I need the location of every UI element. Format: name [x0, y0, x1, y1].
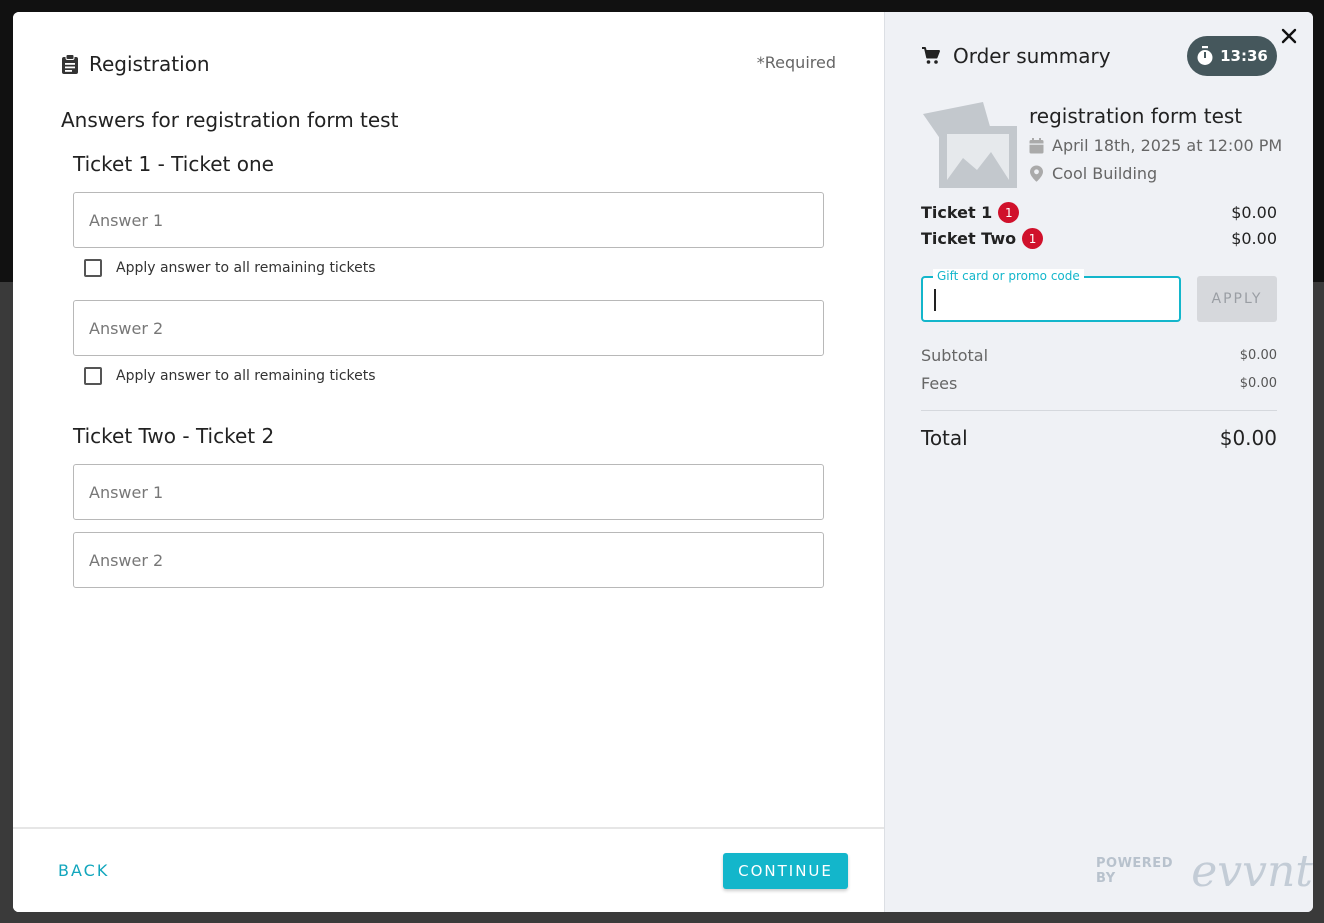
- answer-2-input[interactable]: [89, 301, 823, 355]
- subtotal-row: Subtotal $0.00: [921, 346, 1277, 365]
- answer-1-input[interactable]: [89, 193, 823, 247]
- answer-field[interactable]: [73, 300, 824, 356]
- order-summary-title: Order summary: [953, 44, 1111, 68]
- apply-all-row[interactable]: Apply answer to all remaining tickets: [84, 367, 376, 385]
- fees-row: Fees $0.00: [921, 374, 1277, 393]
- calendar-icon: [1029, 137, 1044, 153]
- checkout-modal: Registration *Required Answers for regis…: [13, 12, 1313, 912]
- fees-value: $0.00: [1239, 376, 1277, 391]
- total-label: Total: [921, 426, 968, 450]
- apply-all-checkbox[interactable]: [84, 259, 102, 277]
- continue-button[interactable]: CONTINUE: [723, 853, 848, 889]
- apply-all-row[interactable]: Apply answer to all remaining tickets: [84, 259, 376, 277]
- promo-code-label: Gift card or promo code: [933, 269, 1084, 283]
- registration-panel: Registration *Required Answers for regis…: [13, 12, 884, 912]
- line-item-price: $0.00: [1231, 229, 1277, 248]
- ticket-section-title: Ticket 1 - Ticket one: [73, 152, 274, 176]
- cart-icon: [922, 47, 940, 64]
- answer-field[interactable]: [73, 464, 824, 520]
- close-icon[interactable]: [1279, 26, 1299, 46]
- line-item-name: Ticket 1: [921, 203, 993, 222]
- registration-title: Registration: [89, 52, 210, 76]
- line-item-name: Ticket Two: [921, 229, 1017, 248]
- required-note: *Required: [756, 53, 836, 72]
- line-item: Ticket Two 1 $0.00: [921, 228, 1277, 249]
- line-item-name-group: Ticket Two 1: [921, 228, 1044, 249]
- powered-by-branding: POWERED BY evvnt: [1096, 850, 1313, 894]
- total-value: $0.00: [1219, 426, 1277, 450]
- registration-header: Registration: [61, 52, 210, 76]
- event-date: April 18th, 2025 at 12:00 PM: [1052, 136, 1283, 155]
- event-image-placeholder-icon: [923, 102, 1017, 188]
- event-location-row: Cool Building: [1029, 164, 1157, 183]
- fees-label: Fees: [921, 374, 958, 393]
- back-button[interactable]: BACK: [58, 861, 109, 880]
- quantity-badge: 1: [998, 202, 1020, 223]
- event-date-row: April 18th, 2025 at 12:00 PM: [1029, 136, 1282, 155]
- apply-all-label: Apply answer to all remaining tickets: [116, 260, 376, 276]
- subtotal-value: $0.00: [1239, 348, 1277, 363]
- summary-divider: [921, 410, 1277, 411]
- order-summary-header: Order summary: [921, 44, 1111, 68]
- line-item: Ticket 1 1 $0.00: [921, 202, 1277, 223]
- answer-1-input[interactable]: [89, 465, 823, 519]
- event-location: Cool Building: [1052, 164, 1158, 183]
- powered-by-text: POWERED BY: [1096, 856, 1173, 886]
- timer-value: 13:36: [1220, 47, 1268, 65]
- answer-2-input[interactable]: [89, 533, 823, 587]
- evvnt-logo: evvnt: [1191, 846, 1313, 897]
- text-cursor: [934, 289, 936, 311]
- apply-promo-button[interactable]: APPLY: [1197, 276, 1277, 322]
- event-name: registration form test: [1029, 104, 1243, 128]
- registration-footer: BACK CONTINUE: [13, 827, 884, 912]
- answer-field[interactable]: [73, 192, 824, 248]
- promo-code-input[interactable]: [923, 278, 1179, 320]
- promo-code-field[interactable]: Gift card or promo code: [921, 269, 1181, 322]
- order-summary-panel: Order summary 13:36 registration form te…: [884, 12, 1313, 912]
- line-item-price: $0.00: [1231, 203, 1277, 222]
- answers-heading: Answers for registration form test: [61, 108, 399, 132]
- apply-all-label: Apply answer to all remaining tickets: [116, 368, 376, 384]
- answer-field[interactable]: [73, 532, 824, 588]
- clipboard-icon: [62, 54, 78, 74]
- quantity-badge: 1: [1022, 228, 1044, 249]
- line-item-name-group: Ticket 1 1: [921, 202, 1020, 223]
- total-row: Total $0.00: [921, 426, 1277, 450]
- location-pin-icon: [1030, 165, 1043, 182]
- ticket-section-title: Ticket Two - Ticket 2: [73, 424, 275, 448]
- countdown-timer: 13:36: [1187, 36, 1277, 76]
- subtotal-label: Subtotal: [921, 346, 989, 365]
- stopwatch-icon: [1197, 46, 1213, 65]
- apply-all-checkbox[interactable]: [84, 367, 102, 385]
